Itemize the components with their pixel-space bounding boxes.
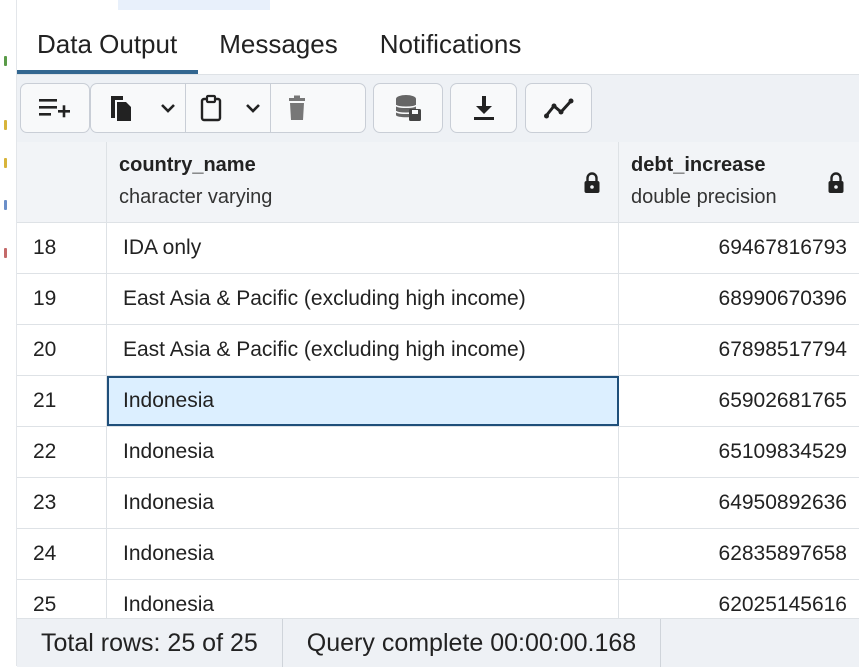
debt-increase-cell[interactable]: 65109834529 xyxy=(619,427,859,477)
add-row-icon xyxy=(39,99,70,118)
graph-icon xyxy=(543,98,573,119)
gutter-marker xyxy=(4,120,7,130)
table-row: 21 Indonesia 65902681765 xyxy=(17,376,859,427)
table-row: 23 Indonesia 64950892636 xyxy=(17,478,859,529)
debt-increase-cell[interactable]: 67898517794 xyxy=(619,325,859,375)
copy-paste-delete-group xyxy=(90,83,366,133)
total-rows-status: Total rows: 25 of 25 xyxy=(17,619,283,667)
debt-increase-cell[interactable]: 62835897658 xyxy=(619,529,859,579)
country-name-cell[interactable]: East Asia & Pacific (excluding high inco… xyxy=(107,325,619,375)
table-row: 24 Indonesia 62835897658 xyxy=(17,529,859,580)
table-row: 20 East Asia & Pacific (excluding high i… xyxy=(17,325,859,376)
row-number-header[interactable] xyxy=(17,142,107,222)
country-name-cell[interactable]: IDA only xyxy=(107,223,619,273)
country-name-cell-selected[interactable]: Indonesia xyxy=(107,376,619,426)
column-type: double precision xyxy=(631,186,777,208)
chevron-down-icon xyxy=(161,104,175,113)
gutter-marker xyxy=(4,248,7,258)
tab-notifications[interactable]: Notifications xyxy=(359,29,543,74)
table-row: 18 IDA only 69467816793 xyxy=(17,223,859,274)
copy-options-dropdown[interactable] xyxy=(151,84,185,132)
table-row: 19 East Asia & Pacific (excluding high i… xyxy=(17,274,859,325)
top-tab-strip xyxy=(118,0,270,10)
save-data-icon xyxy=(395,95,421,121)
data-toolbar xyxy=(17,74,859,144)
debt-increase-cell[interactable]: 69467816793 xyxy=(619,223,859,273)
row-number[interactable]: 19 xyxy=(17,274,107,324)
row-number[interactable]: 23 xyxy=(17,478,107,528)
grid-header: country_name character varying debt_incr… xyxy=(17,142,859,223)
country-name-cell[interactable]: Indonesia xyxy=(107,478,619,528)
gutter-marker xyxy=(4,200,7,210)
status-bar: Total rows: 25 of 25 Query complete 00:0… xyxy=(17,618,859,667)
lock-icon xyxy=(584,172,600,193)
country-name-cell[interactable]: Indonesia xyxy=(107,529,619,579)
query-status: Query complete 00:00:00.168 xyxy=(283,619,662,667)
tab-data-output[interactable]: Data Output xyxy=(17,29,199,74)
country-name-cell[interactable]: East Asia & Pacific (excluding high inco… xyxy=(107,274,619,324)
row-number[interactable]: 21 xyxy=(17,376,107,426)
debt-increase-cell[interactable]: 64950892636 xyxy=(619,478,859,528)
debt-increase-cell[interactable]: 68990670396 xyxy=(619,274,859,324)
download-icon xyxy=(473,96,494,120)
column-header-country-name[interactable]: country_name character varying xyxy=(107,142,619,222)
gutter-marker xyxy=(4,56,7,66)
column-name: country_name xyxy=(119,154,256,176)
row-number[interactable]: 22 xyxy=(17,427,107,477)
paste-options-dropdown[interactable] xyxy=(236,84,270,132)
row-number[interactable]: 18 xyxy=(17,223,107,273)
row-number[interactable]: 24 xyxy=(17,529,107,579)
debt-increase-cell[interactable]: 65902681765 xyxy=(619,376,859,426)
data-grid: country_name character varying debt_incr… xyxy=(17,142,859,630)
paste-icon xyxy=(200,94,222,122)
delete-button[interactable] xyxy=(271,84,323,132)
download-button[interactable] xyxy=(450,83,517,133)
table-row: 22 Indonesia 65109834529 xyxy=(17,427,859,478)
copy-icon xyxy=(111,96,131,121)
row-number[interactable]: 20 xyxy=(17,325,107,375)
paste-button[interactable] xyxy=(186,84,236,132)
result-tabs: Data Output Messages Notifications xyxy=(17,14,859,74)
add-row-button[interactable] xyxy=(20,83,90,133)
gutter-marker xyxy=(4,158,7,168)
column-name: debt_increase xyxy=(631,154,766,176)
copy-button[interactable] xyxy=(91,84,151,132)
lock-icon xyxy=(828,172,844,193)
country-name-cell[interactable]: Indonesia xyxy=(107,427,619,477)
chevron-down-icon xyxy=(246,104,260,113)
column-type: character varying xyxy=(119,186,273,208)
delete-icon xyxy=(289,95,305,120)
column-header-debt-increase[interactable]: debt_increase double precision xyxy=(619,142,859,222)
tab-messages[interactable]: Messages xyxy=(198,29,359,74)
left-gutter xyxy=(0,0,17,666)
graph-visualiser-button[interactable] xyxy=(525,83,592,133)
save-data-button[interactable] xyxy=(373,83,443,133)
